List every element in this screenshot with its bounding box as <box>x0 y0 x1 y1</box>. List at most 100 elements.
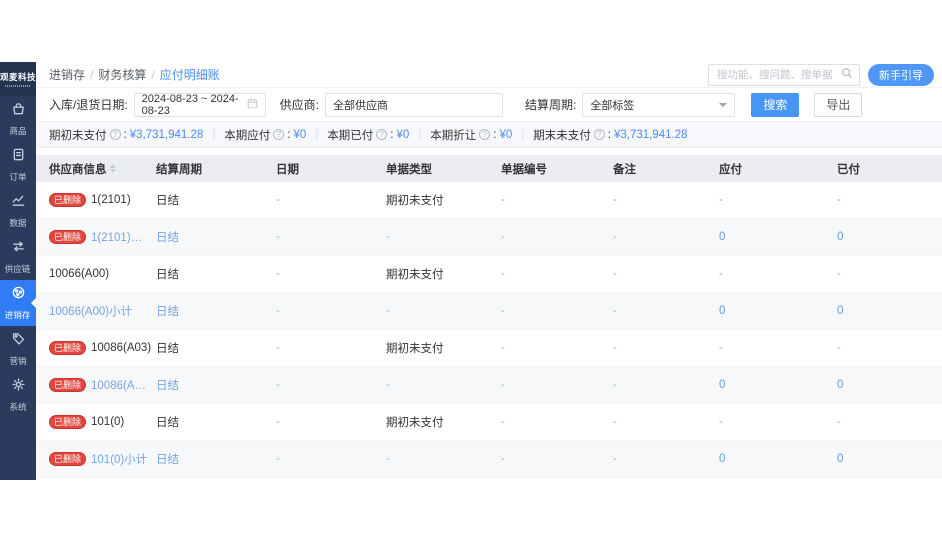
column-header-remark: 备注 <box>613 163 636 176</box>
sidebar-item-data[interactable]: 数据 <box>0 188 36 234</box>
sidebar-item-label: 进销存 <box>5 310 31 320</box>
supplier-cell: 10066(A00)小计 <box>49 303 156 319</box>
breadcrumb-separator: / <box>151 67 155 82</box>
paid-cell: - <box>837 416 841 428</box>
breadcrumb-item[interactable]: 进销存 <box>49 66 85 83</box>
supplier-cell: 10066(A00) <box>49 268 156 280</box>
supplier-name: 10066(A00) <box>49 268 110 280</box>
column-header-doc-no: 单据编号 <box>501 163 547 176</box>
search-icon[interactable] <box>841 66 853 84</box>
export-button[interactable]: 导出 <box>814 92 863 117</box>
remark-cell: - <box>613 231 617 243</box>
supplier-cell: 已删除 10086(A03) <box>49 340 156 356</box>
summary-item: 期末未支付?: ¥3,731,941.28 <box>533 127 687 143</box>
deleted-badge: 已删除 <box>49 377 87 393</box>
supplier-name[interactable]: 101(0)小计 <box>91 451 147 467</box>
remark-cell: - <box>613 416 617 428</box>
table-row: 10066(A00) 日结 - 期初未支付 - - - - <box>36 256 942 293</box>
logo-subtext <box>5 85 31 87</box>
date-cell: - <box>276 416 280 428</box>
period-cell: 日结 <box>156 195 179 207</box>
summary-label: 期初未支付 <box>49 129 107 142</box>
payable-cell: - <box>719 194 723 206</box>
search-button[interactable]: 搜索 <box>751 92 800 117</box>
column-header-date: 日期 <box>276 163 299 176</box>
column-header-period: 结算周期 <box>156 163 202 176</box>
share-nodes-icon <box>11 285 26 305</box>
supplier-cell: 已删除 101(0)小计 <box>49 451 156 467</box>
sort-icon[interactable] <box>109 164 116 173</box>
summary-item: 期初未支付?: ¥3,731,941.28 <box>49 127 203 143</box>
supplier-cell: 已删除 1(2101) <box>49 192 156 208</box>
remark-cell: - <box>613 305 617 317</box>
doc-type-cell: 期初未支付 <box>386 195 444 207</box>
paid-cell: 0 <box>837 305 844 317</box>
period-cell: 日结 <box>156 454 179 466</box>
table-row: 已删除 1(2101) 日结 - 期初未支付 - - - - <box>36 182 942 219</box>
supplier-cell: 已删除 101(0) <box>49 414 156 430</box>
doc-type-cell: - <box>386 453 390 465</box>
supplier-filter-label: 供应商: <box>279 98 320 112</box>
period-filter-label: 结算周期: <box>525 98 577 112</box>
doc-type-cell: 期初未支付 <box>386 343 444 355</box>
doc-type-cell: 期初未支付 <box>386 417 444 429</box>
period-cell: 日结 <box>156 306 179 318</box>
help-icon[interactable]: ? <box>273 129 285 140</box>
summary-colon: : <box>493 128 497 141</box>
paid-cell: 0 <box>837 453 844 465</box>
column-header-payable: 应付 <box>719 163 742 176</box>
summary-bar: 期初未支付?: ¥3,731,941.28 | 本期应付?: ¥0 | 本期已付?: ¥0 | 本… <box>36 121 942 148</box>
summary-value: ¥0 <box>499 128 513 141</box>
period-select[interactable]: 全部标签 <box>582 92 736 117</box>
table-row: 已删除 101(0) 日结 - 期初未支付 - - - - <box>36 404 942 441</box>
doc-type-cell: 期初未支付 <box>386 269 444 281</box>
supplier-name[interactable]: 10086(A03)小计 <box>91 377 152 393</box>
summary-label: 本期应付 <box>224 129 271 142</box>
sidebar-item-inventory[interactable]: 进销存 <box>0 280 36 326</box>
date-cell: - <box>276 453 280 465</box>
supplier-name[interactable]: 10066(A00)小计 <box>49 303 132 319</box>
summary-item: 本期应付?: ¥0 <box>224 127 306 143</box>
date-range-input[interactable]: 2024-08-23 ~ 2024-08-23 <box>133 92 266 117</box>
doc-no-cell: - <box>501 194 505 206</box>
main-content: 进销存 / 财务核算 / 应付明细账 新手引导 入库/退货日期: 2024-08… <box>36 62 942 480</box>
global-search-box[interactable] <box>708 63 860 86</box>
doc-no-cell: - <box>501 305 505 317</box>
chart-icon <box>11 193 26 213</box>
paid-cell: - <box>837 268 841 280</box>
column-header-supplier: 供应商信息 <box>49 161 156 177</box>
guide-button[interactable]: 新手引导 <box>868 63 934 86</box>
doc-no-cell: - <box>501 379 505 391</box>
period-value: 全部标签 <box>590 99 635 112</box>
paid-cell: - <box>837 194 841 206</box>
summary-value: ¥3,731,941.28 <box>129 128 204 141</box>
summary-label: 本期已付 <box>327 129 374 142</box>
help-icon[interactable]: ? <box>479 129 491 140</box>
help-icon[interactable]: ? <box>109 129 121 140</box>
sidebar-item-system[interactable]: 系统 <box>0 372 36 418</box>
supplier-name[interactable]: 1(2101)小计 <box>91 229 152 245</box>
deleted-badge: 已删除 <box>49 414 87 430</box>
sidebar-item-supply-chain[interactable]: 供应链 <box>0 234 36 280</box>
date-cell: - <box>276 231 280 243</box>
global-search-input[interactable] <box>715 67 841 82</box>
help-icon[interactable]: ? <box>593 129 605 140</box>
deleted-badge: 已删除 <box>49 451 87 467</box>
summary-value: ¥3,731,941.28 <box>613 128 688 141</box>
table-row: 已删除 10086(A03)小计 日结 - - - - 0 0 <box>36 367 942 404</box>
doc-no-cell: - <box>501 342 505 354</box>
gear-icon <box>11 377 26 397</box>
sidebar-item-marketing[interactable]: 营销 <box>0 326 36 372</box>
sidebar-item-goods[interactable]: 商品 <box>0 96 36 142</box>
sidebar-item-orders[interactable]: 订单 <box>0 142 36 188</box>
summary-colon: : <box>287 128 291 141</box>
payable-cell: 0 <box>719 453 726 465</box>
table-row: 已删除 101(0)小计 日结 - - - - 0 0 <box>36 441 942 478</box>
help-icon[interactable]: ? <box>376 129 388 140</box>
doc-type-cell: - <box>386 305 390 317</box>
sidebar-item-label: 系统 <box>9 402 27 412</box>
supplier-input[interactable]: 全部供应商 <box>325 92 504 117</box>
table-header: 供应商信息 结算周期 日期 单据类型 单据编号 备注 应付 已付 <box>36 155 942 182</box>
breadcrumb-item[interactable]: 财务核算 <box>98 66 146 83</box>
summary-colon: : <box>607 128 611 141</box>
